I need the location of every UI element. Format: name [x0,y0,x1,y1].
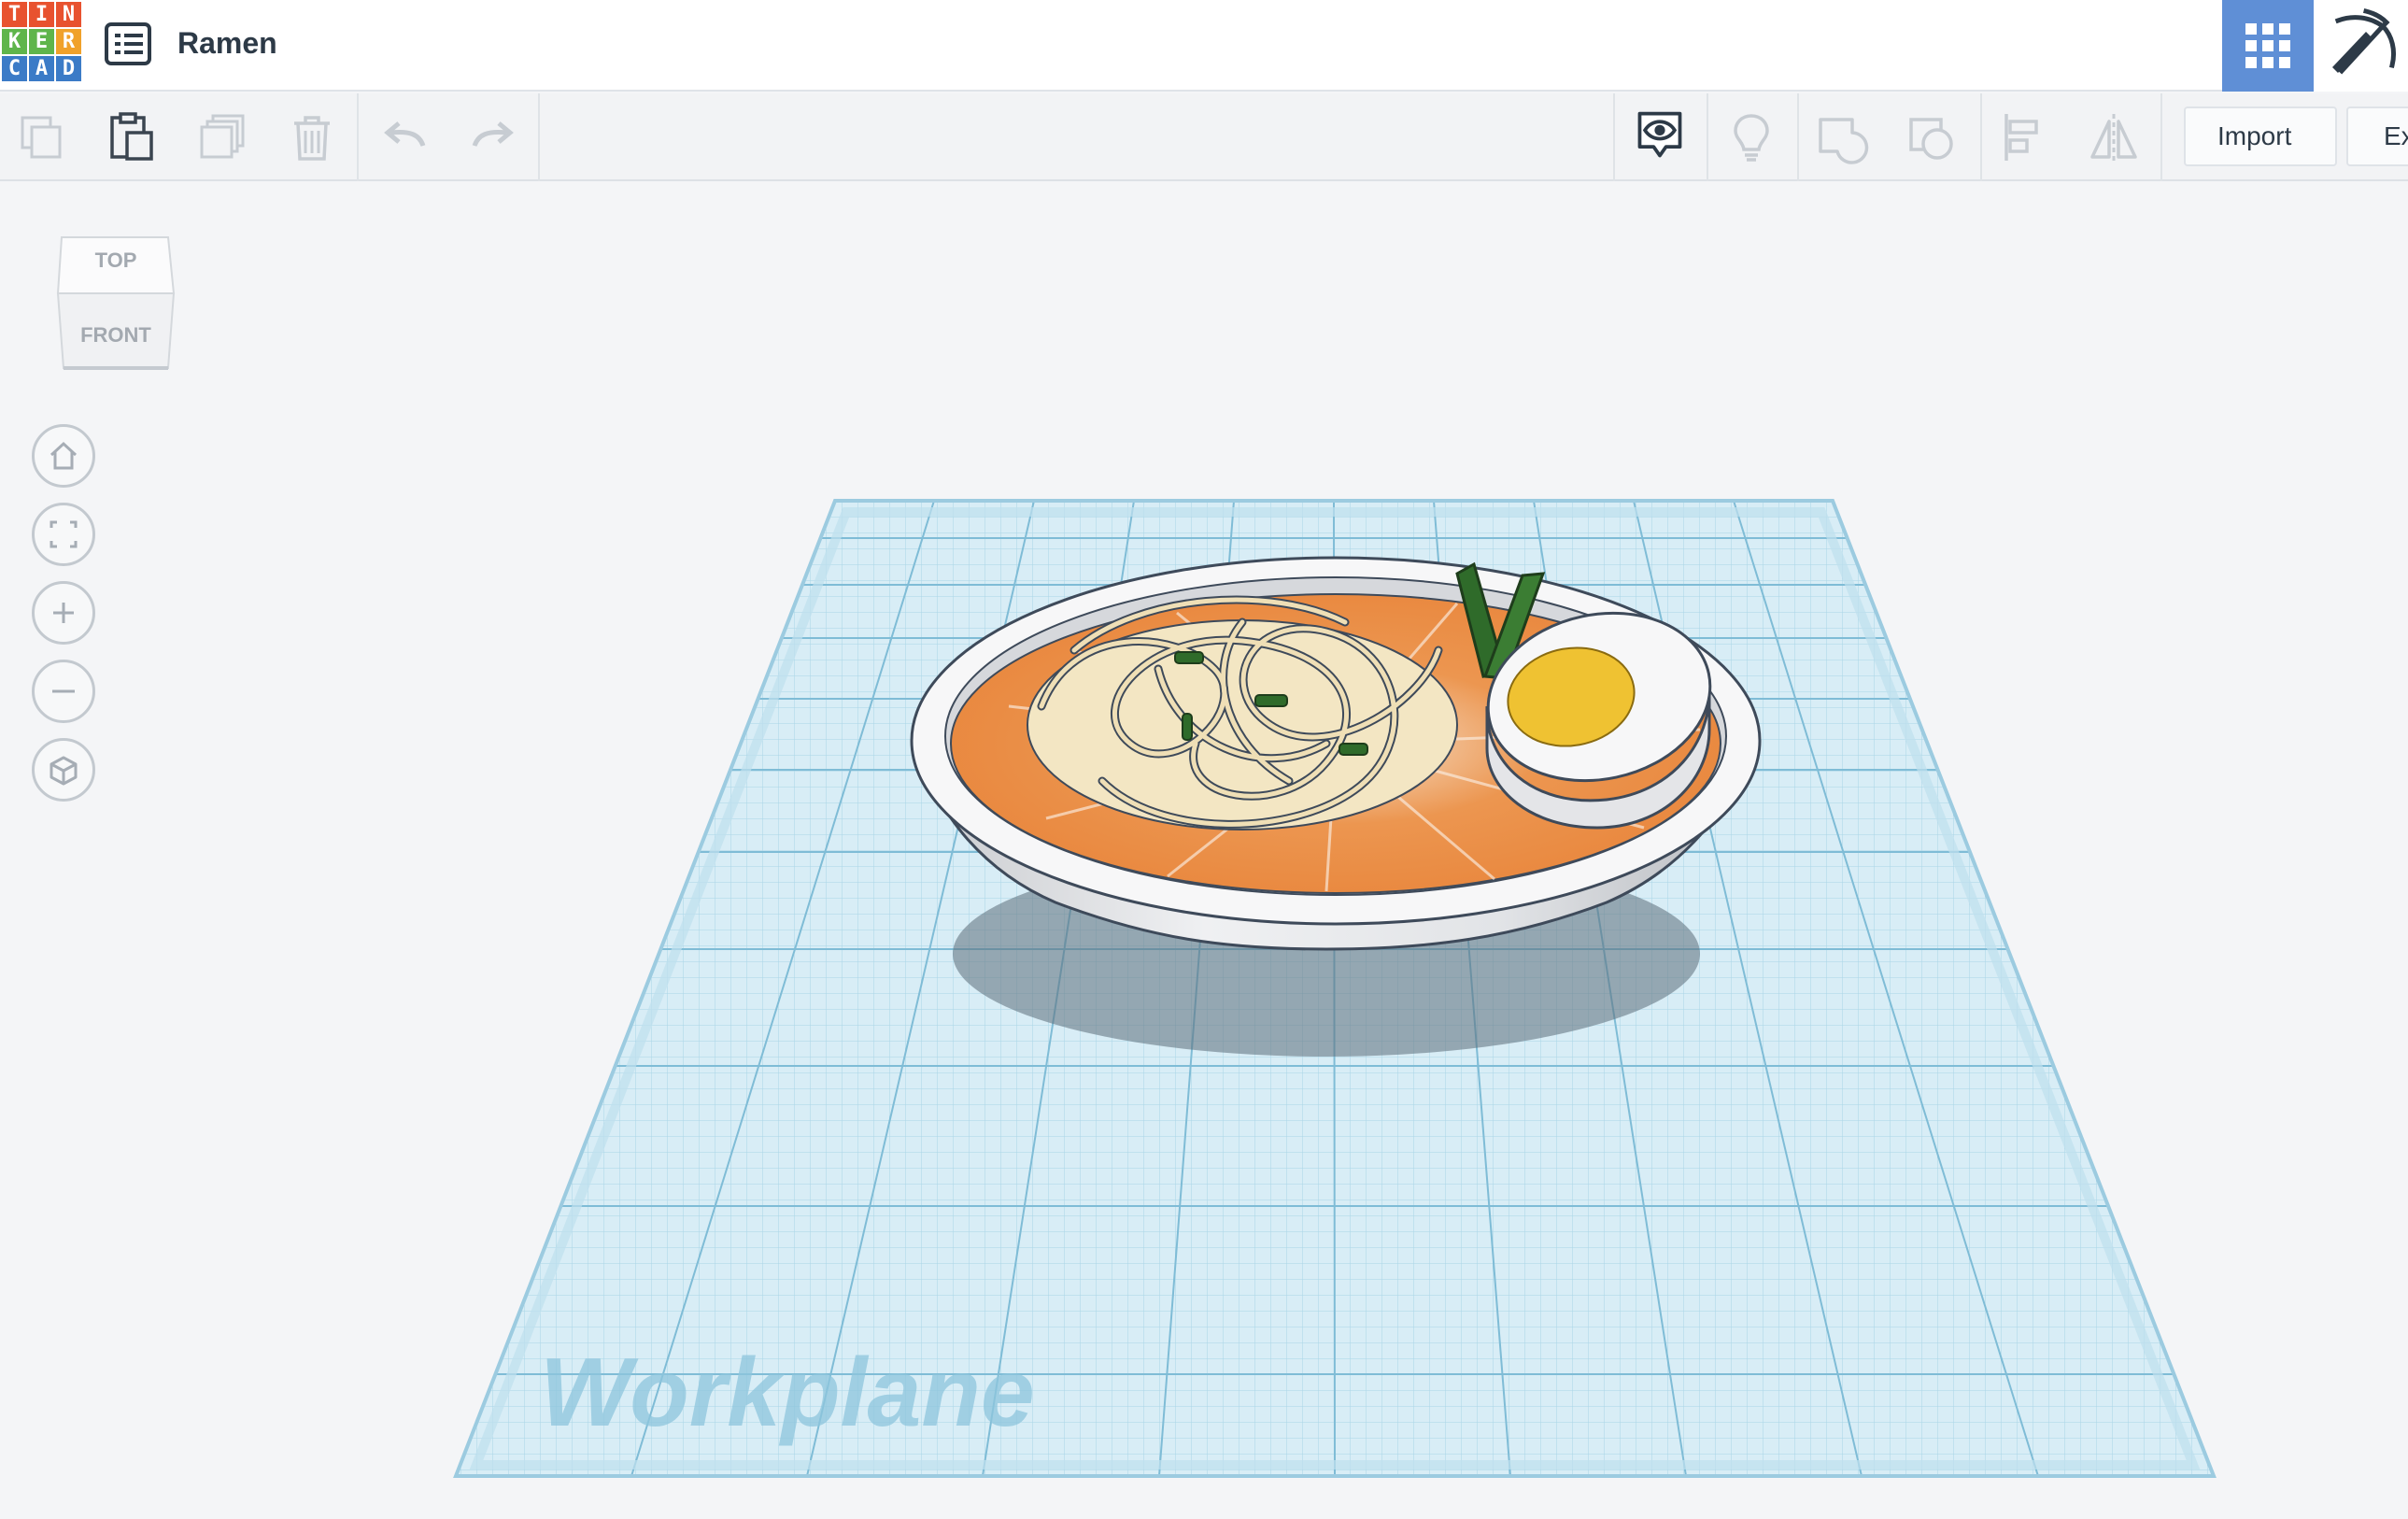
scene: Workplane [453,499,2217,1478]
toolbar-divider [1707,93,1708,181]
undo-icon[interactable] [378,110,432,164]
ramen-bowl[interactable] [910,556,1762,951]
export-button[interactable]: Ex [2346,106,2408,166]
pickaxe-icon [2332,7,2397,75]
tinkercad-logo[interactable]: T I N K E R C A D [2,2,82,84]
view-cube-front-label[interactable]: FRONT [54,323,177,348]
toolbar-divider [1980,93,1982,181]
fit-view-icon [50,520,78,548]
import-button[interactable]: Import [2184,106,2337,166]
logo-letter: C [2,56,27,81]
fit-all-button[interactable] [32,503,95,566]
logo-letter: D [56,56,81,81]
show-all-icon[interactable] [1633,108,1687,163]
edit-toolbar: Import Ex [0,93,2408,181]
mirror-icon[interactable] [2087,110,2141,164]
plus-icon [53,603,74,623]
zoom-out-button[interactable] [32,660,95,723]
minus-icon [52,689,75,693]
redo-icon[interactable] [465,110,519,164]
toolbar-divider [1613,93,1615,181]
view-cube-top-label[interactable]: TOP [54,248,177,273]
perspective-cube-icon [50,756,78,786]
copy-icon[interactable] [17,110,71,164]
logo-letter: N [56,2,81,27]
design-list-button[interactable] [105,22,151,65]
group-icon[interactable] [1815,110,1869,164]
minecraft-view-button[interactable] [2314,0,2408,92]
workplane-label: Workplane [540,1339,1035,1447]
grid-view-button[interactable] [2222,0,2314,92]
home-icon [50,441,78,470]
align-icon[interactable] [1997,110,2051,164]
notes-icon[interactable] [1724,110,1778,164]
toolbar-divider [538,93,540,181]
toolbar-divider [1797,93,1799,181]
design-title[interactable]: Ramen [177,26,277,61]
top-header: T I N K E R C A D Ramen [0,0,2408,92]
paste-icon[interactable] [105,110,159,164]
logo-letter: A [29,56,54,81]
logo-letter: R [56,29,81,54]
toolbar-divider [2160,93,2162,181]
zoom-in-button[interactable] [32,581,95,645]
duplicate-icon[interactable] [196,110,250,164]
logo-letter: T [2,2,27,27]
view-cube[interactable]: TOP FRONT [54,228,177,374]
3d-viewport[interactable]: Workplane TOP FRONT [0,183,2408,1519]
ortho-toggle-button[interactable] [32,738,95,802]
logo-letter: E [29,29,54,54]
logo-letter: I [29,2,54,27]
toolbar-divider [357,93,359,181]
delete-icon[interactable] [285,110,339,164]
ungroup-icon[interactable] [1905,110,1960,164]
logo-letter: K [2,29,27,54]
home-view-button[interactable] [32,424,95,488]
tinkercad-editor: T I N K E R C A D Ramen Import E Workpla… [0,0,2408,1519]
